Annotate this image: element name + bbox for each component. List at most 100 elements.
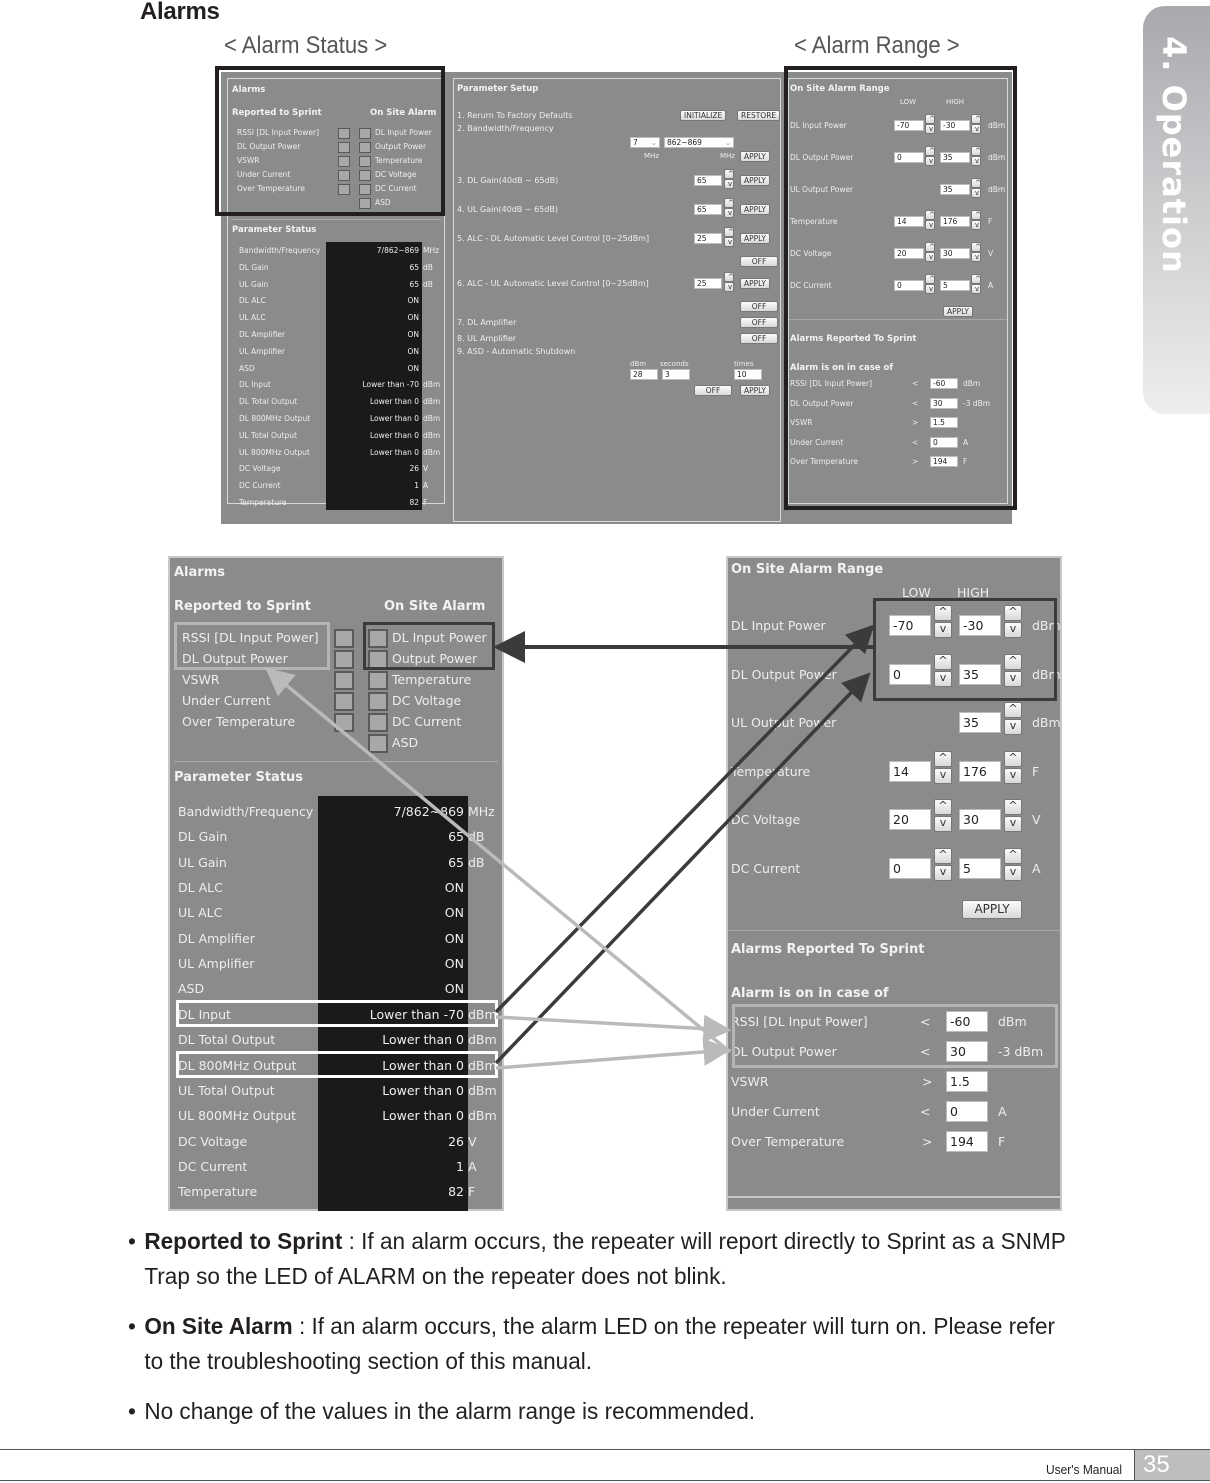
sprint-threshold-input[interactable]: 1.5 xyxy=(946,1071,988,1092)
down-icon[interactable]: v xyxy=(724,179,734,189)
reported-checkbox[interactable] xyxy=(334,650,354,669)
bandwidth-select[interactable]: 7 ⌄ xyxy=(630,137,660,148)
onsite-item-label: DC Voltage xyxy=(392,693,462,708)
initialize-button[interactable]: INITIALIZE xyxy=(680,110,727,121)
up-arrow-icon[interactable]: ^ xyxy=(1004,799,1022,816)
asd-off-button[interactable]: OFF xyxy=(694,385,732,396)
status-row: DL Gain 65 dB xyxy=(170,825,502,850)
status-row: DC Voltage 26 V xyxy=(233,464,443,476)
dl-alc-apply-button[interactable]: APPLY xyxy=(740,233,770,244)
status-value: 26 xyxy=(448,1133,464,1149)
up-arrow-icon[interactable]: ^ xyxy=(934,750,952,767)
ul-alc-off-button[interactable]: OFF xyxy=(740,301,778,312)
up-arrow-icon[interactable]: ^ xyxy=(934,848,952,864)
frequency-select[interactable]: 862~869 ⌄ xyxy=(664,137,734,148)
page-number: 35 xyxy=(1134,1450,1210,1480)
status-row: UL ALC ON xyxy=(233,313,443,325)
spinner-stepper[interactable]: ^ v xyxy=(934,848,952,882)
down-icon[interactable]: v xyxy=(724,237,734,247)
sprint-threshold-input[interactable]: 0 xyxy=(946,1101,988,1122)
status-value: 65 xyxy=(409,279,419,289)
up-icon[interactable]: ^ xyxy=(724,169,734,179)
spinner-stepper[interactable]: ^ v xyxy=(934,750,952,785)
dl-alc-off-button[interactable]: OFF xyxy=(740,256,778,267)
down-icon[interactable]: v xyxy=(724,208,734,218)
setup-title: Parameter Setup xyxy=(457,84,539,94)
bandwidth-apply-button[interactable]: APPLY xyxy=(740,151,770,162)
spinner-stepper[interactable]: ^ v xyxy=(1004,848,1022,882)
reported-checkbox[interactable] xyxy=(334,713,354,732)
status-row: DL 800MHz Output Lower than 0 dBm xyxy=(233,414,443,426)
down-arrow-icon[interactable]: v xyxy=(934,767,952,784)
range-low-input[interactable]: 0 xyxy=(889,858,931,879)
ul-gain-apply-button[interactable]: APPLY xyxy=(740,204,770,215)
bullet-reported: • Reported to Sprint : If an alarm occurs… xyxy=(128,1228,1066,1289)
reported-checkbox[interactable] xyxy=(334,629,354,648)
ul-gain-stepper[interactable]: ^ v xyxy=(724,198,734,218)
down-arrow-icon[interactable]: v xyxy=(934,865,952,881)
up-arrow-icon[interactable]: ^ xyxy=(1004,702,1022,719)
bandwidth-value: 7 xyxy=(633,138,638,147)
down-icon[interactable]: v xyxy=(724,282,734,292)
dl-gain-apply-button[interactable]: APPLY xyxy=(740,175,770,186)
down-arrow-icon[interactable]: v xyxy=(1004,767,1022,784)
range-low-input[interactable]: 14 xyxy=(889,760,931,782)
range-row-label: DL Input Power xyxy=(731,618,826,633)
ul-alc-input[interactable]: 25 xyxy=(694,278,722,289)
onsite-checkbox[interactable] xyxy=(368,692,388,711)
sprint-threshold-input[interactable]: 194 xyxy=(946,1131,988,1152)
status-value: 65 xyxy=(448,829,464,845)
dl-alc-stepper[interactable]: ^ v xyxy=(724,227,734,247)
reported-checkbox[interactable] xyxy=(334,692,354,711)
range-low-input[interactable]: 20 xyxy=(889,809,931,831)
down-arrow-icon[interactable]: v xyxy=(1004,816,1022,833)
up-icon[interactable]: ^ xyxy=(724,227,734,237)
ul-alc-stepper[interactable]: ^ v xyxy=(724,272,734,292)
status-label: UL Gain xyxy=(239,279,269,289)
ul-alc-apply-button[interactable]: APPLY xyxy=(740,278,770,289)
down-arrow-icon[interactable]: v xyxy=(1004,865,1022,881)
reported-checkbox[interactable] xyxy=(334,671,354,690)
asd-times-input[interactable]: 10 xyxy=(734,369,762,380)
dl-amp-off-button[interactable]: OFF xyxy=(740,317,778,328)
sprint-subtitle: Alarm is on in case of xyxy=(731,986,889,1001)
ul-gain-input[interactable]: 65 xyxy=(694,204,722,215)
dl-alc-input[interactable]: 25 xyxy=(694,233,722,244)
mhz-label: MHz xyxy=(720,152,735,160)
status-value: Lower than 0 xyxy=(369,397,419,407)
bullet-onsite: • On Site Alarm : If an alarm occurs, the… xyxy=(128,1313,1056,1374)
range-high-input[interactable]: 5 xyxy=(959,858,1001,879)
up-arrow-icon[interactable]: ^ xyxy=(1004,848,1022,864)
onsite-checkbox[interactable] xyxy=(368,713,388,732)
onsite-checkbox[interactable] xyxy=(368,671,388,690)
up-icon[interactable]: ^ xyxy=(724,272,734,282)
spinner-stepper[interactable]: ^ v xyxy=(1004,799,1022,833)
sprint-title: Alarms Reported To Sprint xyxy=(731,942,925,957)
up-arrow-icon[interactable]: ^ xyxy=(934,799,952,816)
spinner-stepper[interactable]: ^ v xyxy=(1004,750,1022,785)
range-high-input[interactable]: 176 xyxy=(959,760,1001,782)
asd-apply-button[interactable]: APPLY xyxy=(740,385,770,396)
status-row: Temperature 82 F xyxy=(233,498,443,510)
onsite-checkbox[interactable] xyxy=(368,734,388,753)
status-label: Bandwidth/Frequency xyxy=(239,246,321,255)
asd-dbm-input[interactable]: 28 xyxy=(630,369,658,380)
status-value: ON xyxy=(444,981,464,997)
range-apply-button[interactable]: APPLY xyxy=(962,900,1022,919)
sprint-row-label: Over Temperature xyxy=(731,1134,845,1149)
restore-button[interactable]: RESTORE xyxy=(737,110,781,121)
up-icon[interactable]: ^ xyxy=(724,198,734,208)
setup-item-ul-alc: 6. ALC - UL Automatic Level Control [0~2… xyxy=(457,279,649,288)
spinner-stepper[interactable]: ^ v xyxy=(934,799,952,833)
range-high-input[interactable]: 35 xyxy=(959,712,1001,734)
down-arrow-icon[interactable]: v xyxy=(1004,719,1022,736)
ul-amp-off-button[interactable]: OFF xyxy=(740,333,778,344)
up-arrow-icon[interactable]: ^ xyxy=(1004,750,1022,767)
range-high-input[interactable]: 30 xyxy=(959,809,1001,831)
down-arrow-icon[interactable]: v xyxy=(934,816,952,833)
dl-gain-input[interactable]: 65 xyxy=(694,175,722,186)
dl-gain-stepper[interactable]: ^ v xyxy=(724,169,734,189)
asd-seconds-input[interactable]: 3 xyxy=(662,369,690,380)
spinner-stepper[interactable]: ^ v xyxy=(1004,702,1022,736)
status-value: 1 xyxy=(414,481,419,491)
